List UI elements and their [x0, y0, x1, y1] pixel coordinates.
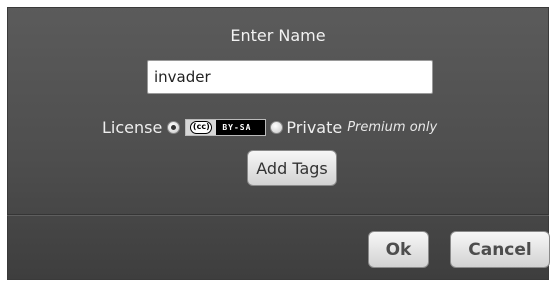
private-label: Private	[286, 117, 343, 137]
private-radio[interactable]	[270, 120, 284, 134]
dialog-title: Enter Name	[230, 26, 326, 45]
license-row: License (cc) BY-SA Private Premium only	[102, 116, 437, 138]
ok-button[interactable]: Ok	[368, 231, 429, 268]
license-label: License	[102, 117, 163, 137]
premium-only-note: Premium only	[347, 119, 438, 135]
cc-license-type: BY-SA	[222, 122, 252, 132]
add-tags-button[interactable]: Add Tags	[247, 150, 337, 186]
cancel-button[interactable]: Cancel	[450, 231, 550, 268]
name-input[interactable]	[147, 60, 433, 94]
cc-logo-icon: (cc)	[186, 119, 217, 135]
enter-name-dialog: Enter Name License (cc) BY-SA Private Pr…	[7, 7, 550, 280]
cc-by-sa-badge: (cc) BY-SA	[185, 118, 267, 136]
cc-symbol: (cc)	[190, 120, 213, 134]
license-cc-radio[interactable]	[167, 120, 181, 134]
divider	[7, 214, 549, 216]
